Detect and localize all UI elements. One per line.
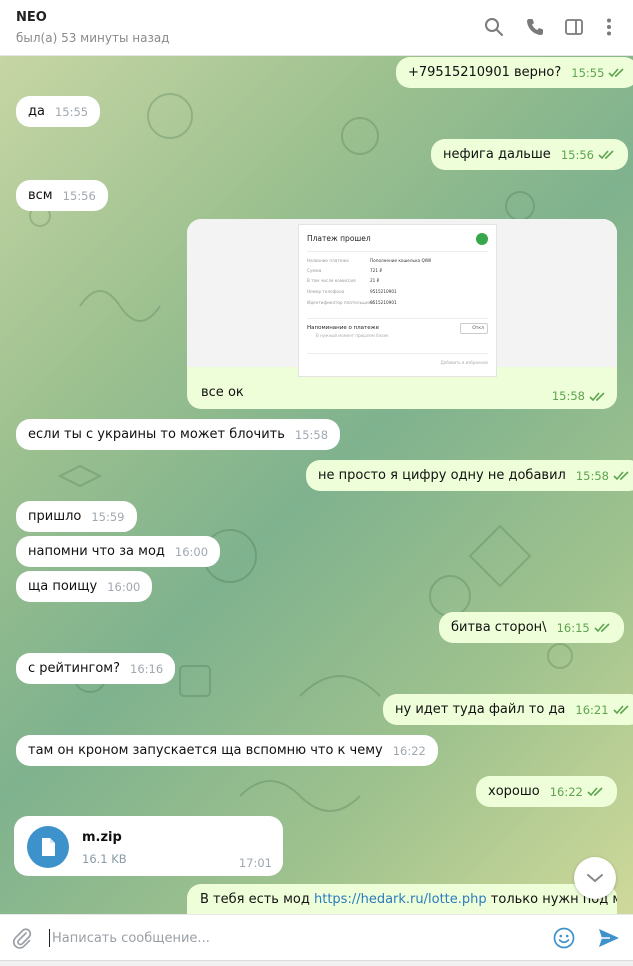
receipt-title: Платеж прошел: [307, 234, 371, 243]
payment-receipt-screenshot: Платеж прошел Название платежа Пополнение…: [298, 224, 497, 377]
message-text: ща поищу: [28, 579, 98, 594]
receipt-row: Сумма 721 ₽: [307, 268, 382, 273]
message-text: если ты с украины то может блочить: [28, 427, 285, 442]
message-outgoing[interactable]: В тебя есть мод https://hedark.ru/lotte.…: [187, 884, 617, 914]
message-time: 16:22: [392, 743, 426, 758]
message-incoming[interactable]: напомни что за мод 16:00: [16, 536, 221, 567]
message-text: +79515210901 верно?: [408, 65, 562, 80]
file-message[interactable]: m.zip 16.1 KB 17:01: [14, 816, 283, 876]
read-double-check-icon: [598, 150, 614, 160]
favorite-link: Добавить в избранное: [440, 360, 488, 365]
message-text: там он кроном запускается ща вспомню что…: [28, 743, 383, 758]
reminder-subtext: В нужный момент пришлем бланк: [316, 333, 389, 338]
message-outgoing[interactable]: ну идет туда файл то да 16:21: [383, 694, 633, 725]
message-time: 16:15: [556, 620, 590, 635]
message-time: 15:55: [54, 104, 89, 119]
message-text: напомни что за мод: [28, 544, 165, 559]
reminder-toggle: Откл: [460, 323, 488, 334]
message-text: хорошо: [488, 784, 540, 799]
message-incoming[interactable]: пришло 15:59: [16, 501, 137, 532]
message-text: битва сторон\: [451, 620, 547, 635]
text-caret: [49, 929, 50, 947]
message-incoming[interactable]: с рейтингом? 16:16: [16, 653, 176, 684]
file-name[interactable]: m.zip: [82, 830, 122, 845]
message-outgoing[interactable]: битва сторон\ 16:15: [439, 612, 624, 643]
message-outgoing[interactable]: не просто я цифру одну не добавил 15:58: [306, 460, 633, 491]
message-time: 15:56: [560, 147, 594, 162]
taskbar-strip: [0, 960, 633, 966]
message-incoming[interactable]: да 15:55: [16, 96, 101, 127]
read-double-check-icon: [587, 787, 603, 797]
message-incoming[interactable]: там он кроном запускается ща вспомню что…: [16, 735, 438, 766]
search-icon[interactable]: [483, 16, 505, 38]
receipt-row: Идентификатор плательщика 9515210901: [307, 300, 397, 305]
message-input[interactable]: [52, 926, 532, 950]
read-double-check-icon: [594, 623, 610, 633]
send-icon[interactable]: [597, 927, 621, 949]
message-composer: [0, 914, 633, 960]
message-text: да: [28, 104, 45, 119]
receipt-row: Номер телефона 9515210901: [307, 289, 397, 294]
chat-title[interactable]: NEO: [16, 10, 47, 25]
emoji-smile-icon[interactable]: [553, 927, 575, 949]
message-incoming[interactable]: всм 15:56: [16, 180, 108, 211]
receipt-row: Название платежа Пополнение кошелька QIWI: [307, 258, 432, 263]
message-incoming[interactable]: если ты с украины то может блочить 15:58: [16, 419, 341, 450]
chevron-down-icon: [587, 874, 603, 883]
message-list[interactable]: +79515210901 верно? 15:55 да 15:55 нефига …: [0, 56, 633, 914]
reminder-label: Напоминание о платеже: [307, 325, 379, 331]
last-seen-status: был(а) 53 минуты назад: [16, 31, 170, 45]
message-text: не просто я цифру одну не добавил: [318, 468, 566, 483]
message-time: 15:58: [294, 427, 329, 442]
message-text: В тебя есть мод: [200, 892, 314, 907]
message-time: 15:58: [575, 468, 609, 483]
message-text: ну идет туда файл то да: [395, 702, 566, 717]
phone-icon[interactable]: [524, 16, 546, 38]
file-size: 16.1 KB: [82, 852, 127, 866]
file-document-icon[interactable]: [27, 826, 69, 868]
message-time: 15:55: [571, 65, 605, 80]
more-vertical-icon[interactable]: [598, 16, 620, 38]
message-text: с рейтингом?: [28, 661, 120, 676]
message-text: всм: [28, 188, 53, 203]
message-time: 16:00: [174, 544, 209, 559]
photo-time-group: 15:58: [542, 389, 607, 403]
message-time: 16:00: [107, 579, 141, 594]
paperclip-icon[interactable]: [11, 927, 33, 949]
read-double-check-icon: [608, 68, 625, 78]
message-incoming[interactable]: ща поищу 16:00: [16, 571, 153, 602]
message-outgoing[interactable]: хорошо 16:22: [476, 776, 617, 807]
message-time: 16:16: [130, 661, 164, 676]
divider: [307, 251, 488, 252]
receipt-row: В том числе комиссия 21 ₽: [307, 278, 380, 283]
read-double-check-icon: [612, 705, 629, 715]
divider: [307, 353, 488, 354]
message-outgoing[interactable]: +79515210901 верно? 15:55: [396, 57, 633, 88]
message-time: 15:58: [551, 389, 585, 403]
message-outgoing[interactable]: нефига дальше 15:56: [431, 139, 628, 170]
read-double-check-icon: [589, 391, 605, 401]
sidebar-toggle-icon[interactable]: [563, 16, 585, 38]
message-time: 16:22: [549, 784, 583, 799]
scroll-to-bottom-button[interactable]: [574, 857, 616, 899]
read-double-check-icon: [613, 471, 629, 481]
message-time: 15:59: [91, 509, 125, 524]
divider: [307, 318, 488, 319]
photo-message[interactable]: Платеж прошел Название платежа Пополнение…: [187, 219, 617, 409]
message-time: 15:56: [62, 188, 96, 203]
photo-preview[interactable]: Платеж прошел Название платежа Пополнение…: [187, 219, 617, 377]
chat-header: NEO был(а) 53 минуты назад: [0, 0, 633, 56]
message-link[interactable]: https://hedark.ru/lotte.php: [314, 892, 487, 907]
message-time: 16:21: [575, 702, 609, 717]
photo-caption: все ок: [201, 385, 244, 400]
success-check-icon: [476, 233, 488, 245]
message-text: пришло: [28, 509, 82, 524]
message-text: нефига дальше: [443, 147, 551, 162]
message-time: 17:01: [238, 856, 272, 870]
